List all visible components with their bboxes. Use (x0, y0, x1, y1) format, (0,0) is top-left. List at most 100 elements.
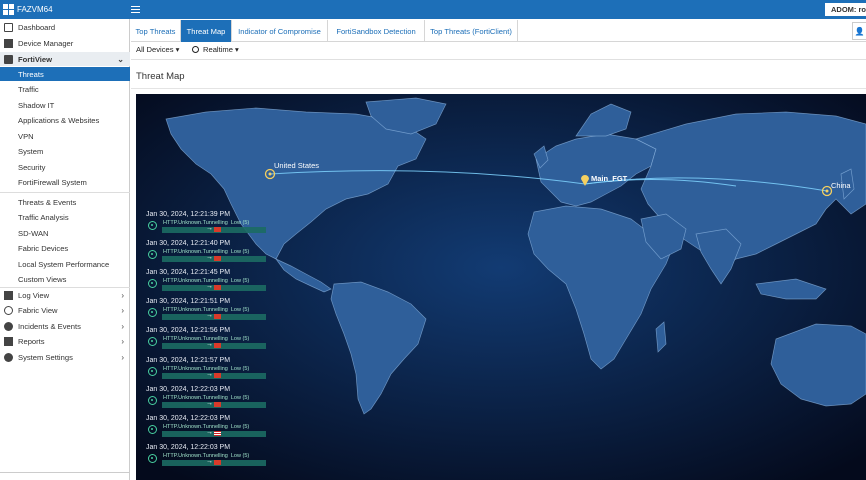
threat-event-row[interactable]: Jan 30, 2024, 12:21:45 PM HTTP.Unknown.Tu… (146, 269, 271, 298)
user-icon[interactable]: 👤 (852, 22, 866, 40)
sidebar-item-label: Dashboard (18, 22, 56, 32)
china-flag-icon (214, 314, 221, 320)
arrow-right-icon: → (206, 225, 213, 232)
arrow-right-icon: → (206, 399, 213, 407)
arrow-right-icon: → (206, 428, 213, 436)
sidebar-item-dashboard[interactable]: Dashboard (0, 20, 130, 34)
target-icon (148, 221, 157, 230)
china-flag-icon (214, 227, 221, 232)
threat-event-row[interactable]: Jan 30, 2024, 12:21:56 PM HTTP.Unknown.Tu… (146, 327, 271, 356)
sidebar-item-traffic[interactable]: Traffic (0, 82, 130, 96)
app-title: FAZVM64 (17, 5, 53, 14)
target-icon (148, 366, 157, 376)
sidebar-footer (0, 472, 130, 480)
sidebar-item-shadow-it[interactable]: Shadow IT (0, 98, 130, 112)
event-timestamp: Jan 30, 2024, 12:21:51 PM (146, 298, 231, 306)
sidebar-item-custom-views[interactable]: Custom Views (0, 272, 130, 286)
target-icon (148, 395, 157, 405)
us-marker-core (268, 172, 272, 176)
arrow-right-icon: → (206, 283, 213, 291)
settings-icon (4, 352, 13, 362)
arrow-right-icon: → (206, 254, 213, 262)
sidebar-item-traffic-analysis[interactable]: Traffic Analysis (0, 210, 130, 224)
tab-top-threats-forticlient[interactable]: Top Threats (FortiClient) (425, 20, 518, 42)
sidebar-item-label: Device Manager (18, 38, 74, 48)
sidebar-item-system[interactable]: System (0, 144, 130, 158)
divider (0, 192, 130, 193)
china-flag-icon (214, 459, 221, 465)
incidents-icon (4, 321, 13, 331)
fortiview-icon (4, 54, 13, 64)
sidebar-item-label: FortiView (18, 54, 53, 64)
sidebar-item-fortifirewall-system[interactable]: FortiFirewall System (0, 175, 130, 189)
target-icon (148, 453, 157, 463)
sidebar-item-local-system-performance[interactable]: Local System Performance (0, 257, 130, 271)
china-flag-icon (214, 256, 221, 262)
sidebar-item-reports[interactable]: Reports › (0, 334, 130, 348)
threat-event-row[interactable]: Jan 30, 2024, 12:22:03 PM HTTP.Unknown.Tu… (146, 444, 271, 473)
chevron-down-icon: ▾ (234, 45, 239, 54)
tab-bar: Top Threats Threat Map Indicator of Comp… (131, 19, 866, 42)
sidebar-item-incidents-events[interactable]: Incidents & Events › (0, 319, 130, 333)
city-label-china: China (831, 181, 851, 190)
chevron-right-icon: › (121, 321, 124, 331)
sidebar-item-threats-events[interactable]: Threats & Events (0, 195, 130, 209)
chevron-down-icon: ▾ (175, 45, 180, 54)
threat-event-row[interactable]: Jan 30, 2024, 12:22:03 PM HTTP.Unknown.Tu… (146, 386, 271, 415)
filter-bar: All Devices ▾ Realtime ▾ (131, 42, 866, 60)
sidebar-item-vpn[interactable]: VPN (0, 129, 130, 143)
city-label-united-states: United States (274, 161, 320, 170)
china-marker-core (825, 189, 829, 193)
threat-event-row[interactable]: Jan 30, 2024, 12:21:39 PM HTTP.Unknown.Tu… (146, 211, 271, 240)
arrow-right-icon: → (206, 370, 213, 378)
sidebar-item-threats[interactable]: Threats (0, 67, 130, 81)
time-filter-dropdown[interactable]: Realtime ▾ (192, 45, 239, 54)
threat-event-row[interactable]: Jan 30, 2024, 12:21:40 PM HTTP.Unknown.Tu… (146, 240, 271, 269)
event-timestamp: Jan 30, 2024, 12:21:45 PM (146, 269, 231, 277)
fabric-icon (4, 305, 13, 315)
dashboard-icon (4, 22, 13, 32)
threat-event-row[interactable]: Jan 30, 2024, 12:21:57 PM HTTP.Unknown.Tu… (146, 357, 271, 386)
sidebar-item-fabric-view[interactable]: Fabric View › (0, 303, 130, 317)
arrow-right-icon: → (206, 457, 213, 465)
sidebar: Dashboard Device Manager FortiView ⌄ Thr… (0, 19, 130, 480)
arrow-right-icon: → (206, 312, 213, 320)
threat-event-row[interactable]: Jan 30, 2024, 12:22:03 PM HTTP.Unknown.Tu… (146, 415, 271, 444)
device-filter-dropdown[interactable]: All Devices ▾ (136, 45, 179, 54)
china-flag-icon (214, 372, 221, 378)
event-timestamp: Jan 30, 2024, 12:21:56 PM (146, 327, 231, 335)
target-icon (148, 308, 157, 318)
target-icon (148, 424, 157, 434)
reports-icon (4, 336, 13, 346)
page-title: Threat Map (136, 71, 185, 82)
log-icon (4, 290, 13, 300)
top-bar: FAZVM64 ADOM: ro (0, 0, 866, 19)
sidebar-item-log-view[interactable]: Log View › (0, 288, 130, 302)
chevron-right-icon: › (121, 352, 124, 362)
arrow-right-icon: → (206, 341, 213, 349)
sidebar-item-security[interactable]: Security (0, 160, 130, 174)
sidebar-item-system-settings[interactable]: System Settings › (0, 350, 130, 364)
sidebar-item-applications-websites[interactable]: Applications & Websites (0, 113, 130, 127)
tab-top-threats[interactable]: Top Threats (131, 20, 181, 42)
china-flag-icon (214, 343, 221, 349)
us-flag-icon (214, 430, 221, 436)
sidebar-item-device-manager[interactable]: Device Manager (0, 36, 130, 50)
target-icon (148, 279, 157, 289)
event-timestamp: Jan 30, 2024, 12:22:03 PM (146, 443, 231, 451)
brand[interactable]: FAZVM64 (3, 3, 53, 16)
clock-icon (192, 46, 199, 53)
threat-event-row[interactable]: Jan 30, 2024, 12:21:51 PM HTTP.Unknown.Tu… (146, 298, 271, 327)
city-label-main-fgt: Main_FGT (591, 174, 628, 183)
hamburger-menu-icon[interactable] (131, 4, 140, 14)
tab-threat-map[interactable]: Threat Map (181, 20, 232, 42)
chevron-right-icon: › (121, 290, 124, 300)
event-timestamp: Jan 30, 2024, 12:21:57 PM (146, 356, 231, 364)
adom-selector[interactable]: ADOM: ro (825, 3, 866, 16)
device-icon (4, 38, 13, 48)
sidebar-item-fortiview[interactable]: FortiView ⌄ (0, 52, 130, 66)
sidebar-item-fabric-devices[interactable]: Fabric Devices (0, 241, 130, 255)
sidebar-item-sd-wan[interactable]: SD-WAN (0, 226, 130, 240)
tab-fortisandbox-detection[interactable]: FortiSandbox Detection (328, 20, 425, 42)
tab-indicator-of-compromise[interactable]: Indicator of Compromise (232, 20, 328, 42)
